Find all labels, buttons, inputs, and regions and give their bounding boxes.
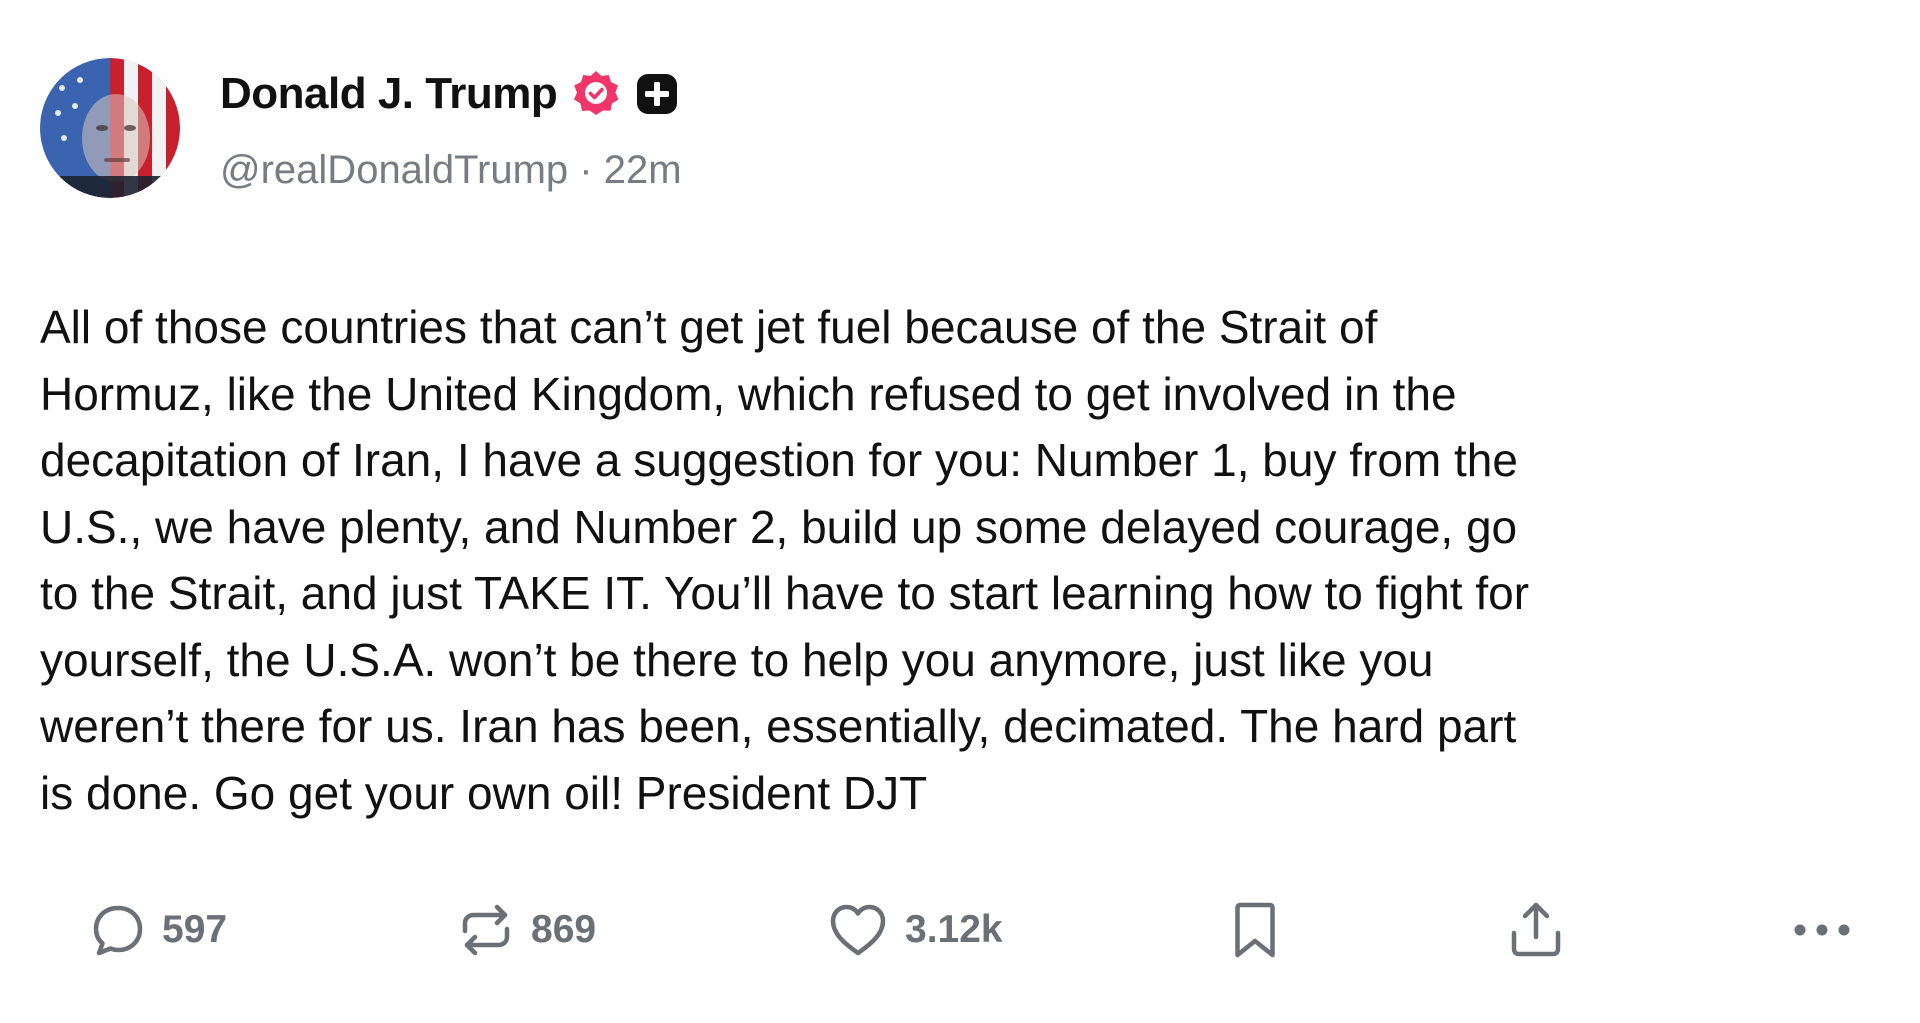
bookmark-icon bbox=[1235, 902, 1275, 958]
more-icon bbox=[1794, 924, 1850, 936]
reply-count: 597 bbox=[162, 908, 228, 951]
retruth-icon bbox=[462, 904, 510, 956]
retruth-count: 869 bbox=[531, 908, 597, 951]
share-button[interactable] bbox=[1505, 890, 1567, 970]
author-row: Donald J. Trump bbox=[220, 66, 681, 122]
avatar[interactable] bbox=[40, 58, 180, 198]
plus-badge-icon bbox=[637, 74, 678, 114]
reply-button[interactable]: 597 bbox=[88, 890, 227, 970]
flag-portrait-avatar bbox=[40, 58, 180, 198]
bookmark-button[interactable] bbox=[1230, 890, 1280, 970]
like-count: 3.12k bbox=[905, 908, 1003, 951]
separator-dot: · bbox=[579, 148, 604, 192]
post-time[interactable]: 22m bbox=[604, 148, 682, 192]
author-name[interactable]: Donald J. Trump bbox=[220, 69, 558, 119]
retruth-button[interactable]: 869 bbox=[455, 890, 596, 970]
like-button[interactable]: 3.12k bbox=[825, 890, 1003, 970]
post-text: All of those countries that can’t get je… bbox=[40, 301, 1530, 819]
action-bar: 597 869 3.12k bbox=[0, 890, 1920, 970]
author-handle[interactable]: @realDonaldTrump bbox=[220, 148, 568, 192]
reply-icon bbox=[93, 905, 143, 956]
heart-icon bbox=[830, 904, 886, 956]
share-icon bbox=[1511, 902, 1561, 957]
handle-row: @realDonaldTrump · 22m bbox=[220, 148, 682, 193]
verified-badge-icon bbox=[574, 71, 619, 115]
more-button[interactable] bbox=[1790, 890, 1854, 970]
post-card: Donald J. Trump @realDonaldTrump · 22m A… bbox=[0, 0, 1920, 1023]
